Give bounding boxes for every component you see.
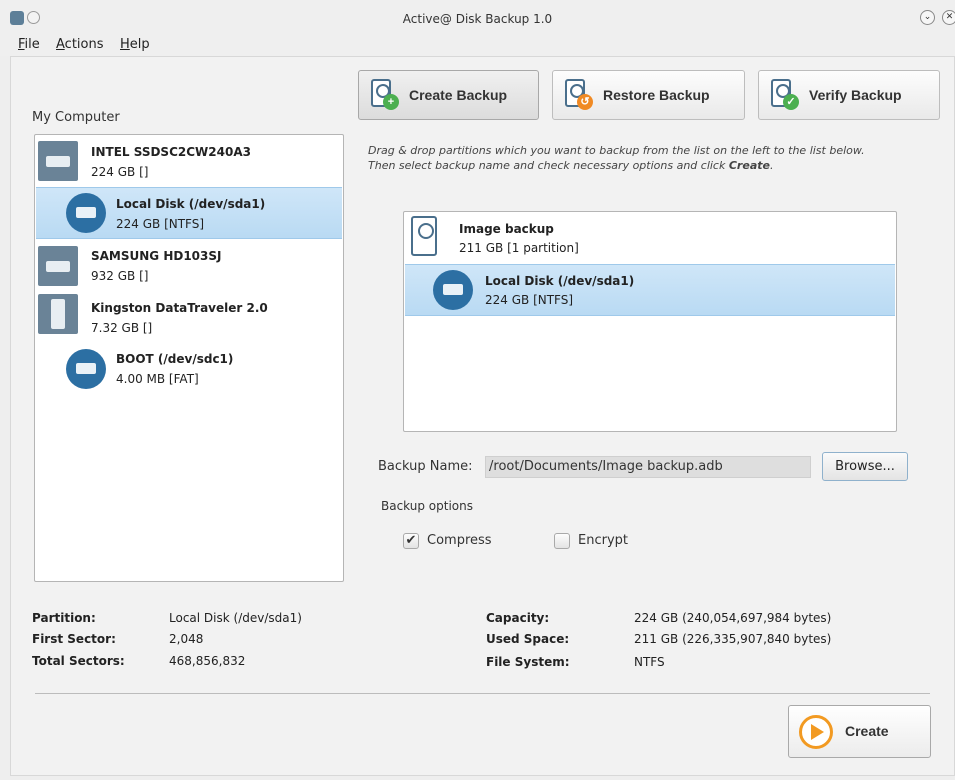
- backup-list[interactable]: Image backup 211 GB [1 partition] Local …: [403, 211, 897, 432]
- device-item[interactable]: Kingston DataTraveler 2.0 7.32 GB []: [36, 292, 342, 344]
- menu-help[interactable]: Help: [120, 37, 150, 52]
- tab-create-backup[interactable]: + Create Backup: [358, 70, 539, 120]
- device-name: Kingston DataTraveler 2.0: [91, 301, 268, 315]
- partition-item[interactable]: Local Disk (/dev/sda1) 224 GB [NTFS]: [36, 187, 342, 239]
- compress-checkbox[interactable]: ✔: [403, 533, 419, 549]
- image-backup-item[interactable]: Image backup 211 GB [1 partition]: [405, 212, 895, 264]
- partition-item[interactable]: BOOT (/dev/sdc1) 4.00 MB [FAT]: [36, 344, 342, 396]
- instructions-text: Drag & drop partitions which you want to…: [368, 143, 928, 173]
- partition-value: Local Disk (/dev/sda1): [169, 611, 302, 625]
- play-icon: [799, 715, 833, 749]
- total-sectors-label: Total Sectors:: [32, 654, 125, 668]
- encrypt-label[interactable]: Encrypt: [578, 533, 628, 548]
- window-title: Active@ Disk Backup 1.0: [402, 12, 553, 26]
- create-button[interactable]: Create: [788, 705, 931, 758]
- divider: [35, 693, 930, 694]
- my-computer-label: My Computer: [32, 110, 120, 125]
- partition-detail: 224 GB [NTFS]: [116, 217, 205, 231]
- device-tree[interactable]: INTEL SSDSC2CW240A3 224 GB [] Local Disk…: [34, 134, 344, 582]
- backup-name-label: Backup Name:: [378, 459, 473, 474]
- device-name: SAMSUNG HD103SJ: [91, 249, 222, 263]
- partition-icon: [433, 270, 473, 310]
- instructions-line2: Then select backup name and check necess…: [368, 159, 774, 172]
- menu-help-label: elp: [129, 37, 150, 52]
- image-backup-icon: [411, 216, 443, 260]
- disk-verify-icon: ✓: [769, 78, 799, 112]
- device-detail: 932 GB []: [91, 269, 149, 283]
- device-detail: 7.32 GB []: [91, 321, 153, 335]
- first-sector-value: 2,048: [169, 632, 204, 646]
- menu-actions-hotkey: A: [56, 37, 65, 52]
- tab-verify-backup-label: Verify Backup: [809, 87, 902, 103]
- partition-icon: [66, 349, 106, 389]
- instructions-line1: Drag & drop partitions which you want to…: [368, 144, 865, 157]
- create-button-label: Create: [845, 723, 889, 739]
- menu-actions[interactable]: Actions: [56, 37, 104, 52]
- minimize-button[interactable]: ⌄: [920, 10, 935, 25]
- usb-drive-icon: [38, 294, 78, 334]
- tab-verify-backup[interactable]: ✓ Verify Backup: [758, 70, 940, 120]
- first-sector-label: First Sector:: [32, 632, 116, 646]
- backup-name-field[interactable]: /root/Documents/Image backup.adb: [485, 456, 811, 478]
- menu-file-label: ile: [24, 37, 40, 52]
- menu-help-hotkey: H: [120, 37, 130, 52]
- tab-restore-backup-label: Restore Backup: [603, 87, 710, 103]
- device-item[interactable]: INTEL SSDSC2CW240A3 224 GB []: [36, 135, 342, 187]
- device-item[interactable]: SAMSUNG HD103SJ 932 GB []: [36, 240, 342, 292]
- partition-detail: 4.00 MB [FAT]: [116, 372, 199, 386]
- hard-drive-icon: [38, 246, 78, 286]
- image-backup-detail: 211 GB [1 partition]: [459, 241, 579, 255]
- menu-bar: File Actions Help: [0, 34, 955, 56]
- backup-partition-item[interactable]: Local Disk (/dev/sda1) 224 GB [NTFS]: [405, 264, 895, 316]
- file-system-value: NTFS: [634, 655, 665, 669]
- device-detail: 224 GB []: [91, 165, 149, 179]
- capacity-label: Capacity:: [486, 611, 550, 625]
- backup-options-label: Backup options: [381, 499, 473, 513]
- title-bar: Active@ Disk Backup 1.0 ⌄ ✕: [0, 0, 955, 34]
- hard-drive-icon: [38, 141, 78, 181]
- used-space-label: Used Space:: [486, 632, 570, 646]
- image-backup-name: Image backup: [459, 222, 554, 236]
- total-sectors-value: 468,856,832: [169, 654, 246, 668]
- browse-button[interactable]: Browse...: [822, 452, 908, 481]
- capacity-value: 224 GB (240,054,697,984 bytes): [634, 611, 832, 625]
- tab-restore-backup[interactable]: ↺ Restore Backup: [552, 70, 745, 120]
- partition-label: Partition:: [32, 611, 96, 625]
- menu-actions-label: ctions: [64, 37, 104, 52]
- compress-label[interactable]: Compress: [427, 533, 492, 548]
- backup-partition-name: Local Disk (/dev/sda1): [485, 274, 635, 288]
- tab-create-backup-label: Create Backup: [409, 87, 508, 103]
- backup-partition-detail: 224 GB [NTFS]: [485, 293, 574, 307]
- menu-file[interactable]: File: [18, 37, 40, 52]
- close-button[interactable]: ✕: [942, 10, 955, 25]
- disk-restore-icon: ↺: [563, 78, 593, 112]
- partition-name: Local Disk (/dev/sda1): [116, 197, 266, 211]
- file-system-label: File System:: [486, 655, 570, 669]
- disk-add-icon: +: [369, 78, 399, 112]
- partition-icon: [66, 193, 106, 233]
- device-name: INTEL SSDSC2CW240A3: [91, 145, 251, 159]
- partition-name: BOOT (/dev/sdc1): [116, 352, 234, 366]
- used-space-value: 211 GB (226,335,907,840 bytes): [634, 632, 832, 646]
- encrypt-checkbox[interactable]: [554, 533, 570, 549]
